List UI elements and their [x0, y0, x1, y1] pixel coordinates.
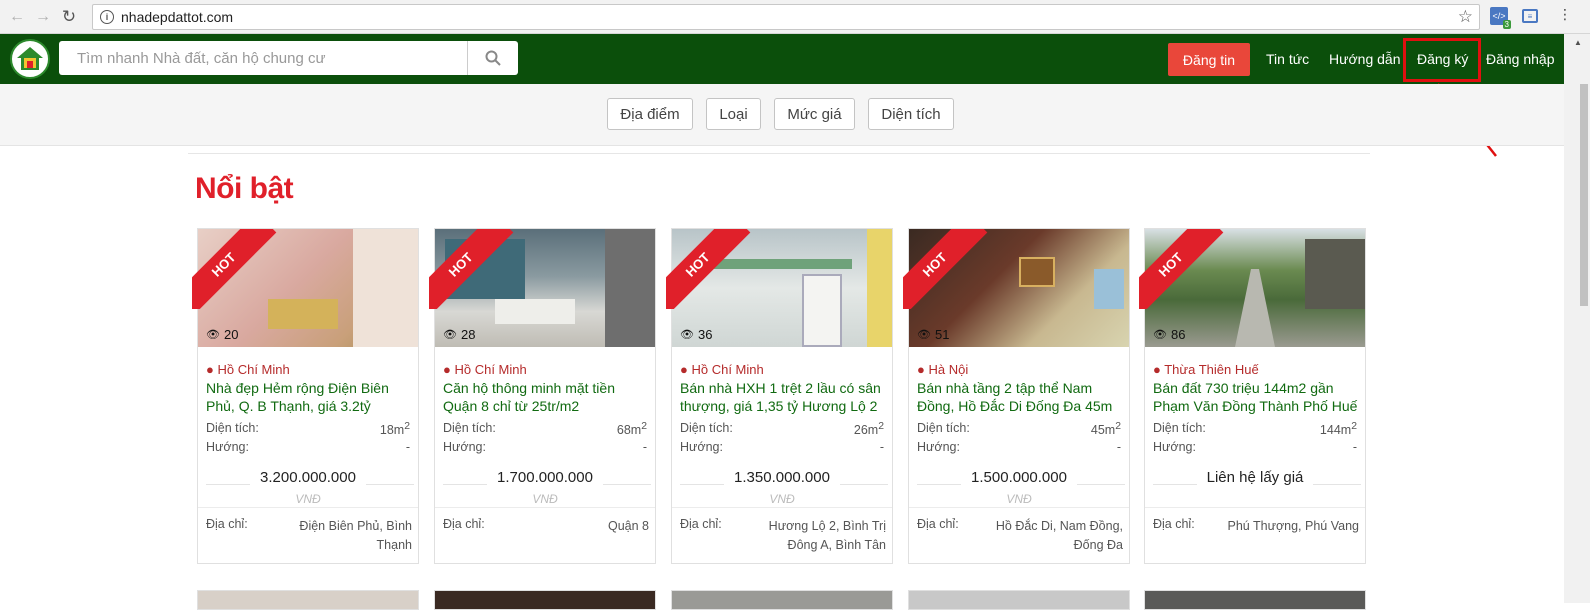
listing-location: ● Hà Nội — [917, 362, 969, 377]
listing-price: Liên hệ lấy giá — [1145, 469, 1365, 486]
info-icon[interactable]: i — [100, 10, 114, 24]
direction-row: Hướng: - — [443, 440, 647, 454]
hot-ribbon: HOT — [429, 229, 519, 309]
site-header: Đăng tin Tin tức Hướng dẫn Đăng ký Đăng … — [0, 34, 1564, 84]
listing-card-partial[interactable] — [908, 590, 1130, 610]
register-highlight-box — [1403, 38, 1481, 82]
site-logo[interactable] — [10, 39, 50, 79]
listing-card[interactable]: HOT 👁 51 ● Hà Nội Bán nhà tầng 2 tập thể … — [903, 228, 1130, 564]
extension-code-icon[interactable]: </> 3 — [1490, 7, 1511, 29]
scrollbar-thumb[interactable] — [1580, 84, 1588, 306]
listing-title[interactable]: Bán nhà tầng 2 tập thể Nam Đồng, Hồ Đắc … — [917, 379, 1123, 415]
listing-card[interactable]: HOT 👁 28 ● Hồ Chí Minh Căn hộ thông minh … — [429, 228, 656, 564]
view-count: 👁 86 — [1153, 327, 1186, 342]
area-row: Diện tích: 68m2 — [443, 421, 647, 438]
listing-title[interactable]: Bán nhà HXH 1 trệt 2 lầu có sân thượng, … — [680, 379, 886, 415]
listing-price: 3.200.000.000 — [198, 469, 418, 486]
view-count: 👁 36 — [680, 327, 713, 342]
reload-icon[interactable]: ↻ — [58, 6, 80, 28]
view-count: 👁 28 — [443, 327, 476, 342]
search-bar — [59, 41, 518, 75]
listing-address: Địa chỉ: Quận 8 — [443, 517, 649, 533]
search-icon — [485, 50, 501, 66]
listing-card[interactable]: HOT 👁 86 ● Thừa Thiên Huế Bán đất 730 tri… — [1139, 228, 1366, 564]
area-row: Diện tích: 18m2 — [206, 421, 410, 438]
extension-badge: 3 — [1502, 20, 1511, 29]
listing-location: ● Thừa Thiên Huế — [1153, 362, 1259, 377]
listing-address: Địa chỉ: Hương Lộ 2, Bình Trị Đông A, Bìn… — [680, 517, 886, 552]
section-divider — [188, 153, 1370, 154]
view-count: 👁 51 — [917, 327, 950, 342]
direction-row: Hướng: - — [680, 440, 884, 454]
direction-row: Hướng: - — [1153, 440, 1357, 454]
eye-icon: 👁 — [1153, 329, 1167, 341]
back-arrow-icon[interactable]: ← — [6, 6, 28, 28]
filter-type-button[interactable]: Loại — [706, 98, 761, 130]
listing-location: ● Hồ Chí Minh — [443, 362, 527, 377]
listing-card-partial[interactable] — [1144, 590, 1366, 610]
area-row: Diện tích: 26m2 — [680, 421, 884, 438]
hot-ribbon: HOT — [903, 229, 993, 309]
eye-icon: 👁 — [680, 329, 694, 341]
search-input[interactable] — [59, 41, 467, 75]
forward-arrow-icon[interactable]: → — [32, 6, 54, 28]
listing-card-partial[interactable] — [434, 590, 656, 610]
listing-price: 1.350.000.000 — [672, 469, 892, 486]
map-pin-icon: ● — [443, 362, 455, 377]
filter-area-button[interactable]: Diện tích — [868, 98, 954, 130]
currency-label: VNĐ — [295, 492, 321, 506]
listing-address: Địa chỉ: Hồ Đắc Di, Nam Đồng, Đống Đa — [917, 517, 1123, 552]
map-pin-icon: ● — [917, 362, 929, 377]
filter-bar: Địa điểm Loại Mức giá Diện tích — [0, 84, 1564, 146]
view-count: 👁 20 — [206, 327, 239, 342]
currency-label: VNĐ — [769, 492, 795, 506]
scroll-up-icon[interactable]: ▲ — [1574, 38, 1582, 47]
eye-icon: 👁 — [917, 329, 931, 341]
address-bar[interactable]: i nhadepdattot.com ☆ — [92, 4, 1480, 30]
direction-row: Hướng: - — [206, 440, 410, 454]
listing-card-partial[interactable] — [671, 590, 893, 610]
nav-login-link[interactable]: Đăng nhập — [1486, 34, 1555, 84]
filter-location-button[interactable]: Địa điểm — [607, 98, 693, 130]
listing-address: Địa chỉ: Điện Biên Phủ, Bình Thạnh — [206, 517, 412, 552]
listing-title[interactable]: Căn hộ thông minh mặt tiền Quận 8 chỉ từ… — [443, 379, 649, 415]
direction-row: Hướng: - — [917, 440, 1121, 454]
hot-ribbon: HOT — [192, 229, 282, 309]
eye-icon: 👁 — [206, 329, 220, 341]
listing-price: 1.700.000.000 — [435, 469, 655, 486]
house-logo-icon — [17, 47, 43, 70]
listing-location: ● Hồ Chí Minh — [680, 362, 764, 377]
extension-window-icon[interactable]: ≡ — [1522, 9, 1538, 23]
area-row: Diện tích: 45m2 — [917, 421, 1121, 438]
listing-title[interactable]: Nhà đẹp Hẻm rộng Điện Biên Phủ, Q. B Thạ… — [206, 379, 412, 415]
section-title: Nổi bật — [195, 172, 294, 205]
filter-price-button[interactable]: Mức giá — [774, 98, 855, 130]
hot-ribbon: HOT — [666, 229, 756, 309]
currency-label: VNĐ — [1006, 492, 1032, 506]
browser-toolbar: ← → ↻ i nhadepdattot.com ☆ </> 3 ≡ ⋮ — [0, 0, 1590, 34]
bookmark-star-icon[interactable]: ☆ — [1458, 7, 1473, 27]
nav-guide-link[interactable]: Hướng dẫn — [1329, 34, 1400, 84]
browser-menu-icon[interactable]: ⋮ — [1558, 6, 1572, 23]
hot-ribbon: HOT — [1139, 229, 1229, 309]
listing-location: ● Hồ Chí Minh — [206, 362, 290, 377]
listing-card[interactable]: HOT 👁 20 ● Hồ Chí Minh Nhà đẹp Hẻm rộng Đ… — [192, 228, 419, 564]
area-row: Diện tích: 144m2 — [1153, 421, 1357, 438]
listing-address: Địa chỉ: Phú Thượng, Phú Vang — [1153, 517, 1359, 533]
map-pin-icon: ● — [680, 362, 692, 377]
post-listing-button[interactable]: Đăng tin — [1168, 43, 1250, 76]
listing-card[interactable]: HOT 👁 36 ● Hồ Chí Minh Bán nhà HXH 1 trệt… — [666, 228, 893, 564]
map-pin-icon: ● — [206, 362, 218, 377]
map-pin-icon: ● — [1153, 362, 1165, 377]
nav-news-link[interactable]: Tin tức — [1266, 34, 1309, 84]
listing-price: 1.500.000.000 — [909, 469, 1129, 486]
listing-card-partial[interactable] — [197, 590, 419, 610]
eye-icon: 👁 — [443, 329, 457, 341]
page-scrollbar[interactable]: ▲ — [1564, 34, 1590, 603]
url-text[interactable]: nhadepdattot.com — [121, 9, 233, 25]
search-button[interactable] — [467, 41, 518, 75]
currency-label: VNĐ — [532, 492, 558, 506]
listing-title[interactable]: Bán đất 730 triệu 144m2 gần Phạm Văn Đồn… — [1153, 379, 1359, 415]
